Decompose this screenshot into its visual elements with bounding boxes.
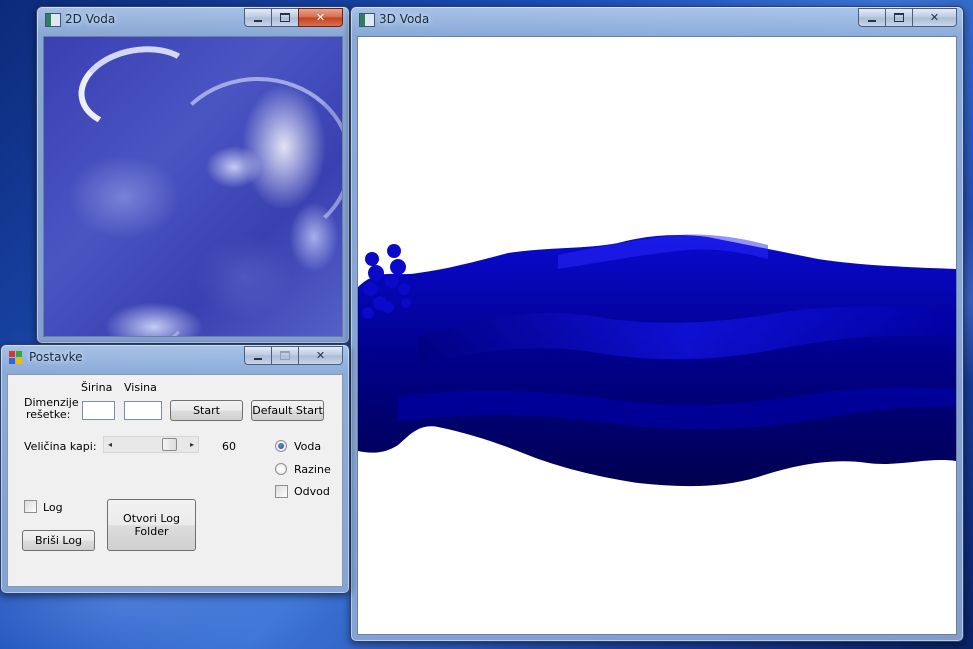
width-column-label: Širina: [81, 381, 113, 394]
default-start-button[interactable]: Default Start: [251, 400, 324, 421]
minimize-button[interactable]: [244, 346, 272, 365]
drop-size-value: 60: [222, 440, 236, 453]
grid-size-label-line2: rešetke:: [26, 408, 71, 421]
title-bar[interactable]: 2D Voda ✕: [37, 7, 349, 33]
water-2d-canvas[interactable]: [43, 36, 343, 337]
close-button[interactable]: ✕: [298, 346, 343, 365]
checkbox-log-label: Log: [43, 501, 63, 514]
maximize-button: [271, 346, 299, 365]
open-log-folder-button[interactable]: Otvori Log Folder: [107, 499, 196, 551]
window-title: 2D Voda: [65, 12, 116, 26]
checkbox-odvod-label: Odvod: [294, 485, 330, 498]
open-log-folder-label-line1: Otvori Log: [123, 512, 180, 525]
title-bar[interactable]: 3D Voda ✕: [351, 7, 963, 33]
slider-thumb[interactable]: [162, 438, 177, 451]
close-icon: ✕: [315, 349, 326, 362]
close-icon: ✕: [929, 11, 940, 24]
window-2d-voda[interactable]: 2D Voda ✕: [36, 6, 350, 344]
delete-log-button[interactable]: Briši Log: [22, 530, 95, 551]
maximize-icon: [894, 13, 904, 22]
title-bar[interactable]: Postavke ✕: [1, 345, 349, 371]
drop-size-slider[interactable]: ◂ ▸: [103, 436, 199, 453]
water-3d-canvas[interactable]: [357, 36, 957, 635]
grid-width-input[interactable]: [82, 401, 115, 420]
maximize-icon: [280, 351, 290, 360]
radio-razine[interactable]: [275, 463, 287, 475]
window-app-icon: [359, 13, 375, 27]
scroll-left-icon[interactable]: ◂: [105, 439, 115, 450]
window-app-icon: [9, 351, 23, 365]
close-button[interactable]: ✕: [912, 8, 957, 27]
radio-voda[interactable]: [275, 440, 287, 452]
close-icon: ✕: [315, 11, 326, 24]
grid-height-input[interactable]: [124, 401, 162, 420]
checkbox-log[interactable]: [24, 500, 37, 513]
window-title: 3D Voda: [379, 12, 430, 26]
scroll-right-icon[interactable]: ▸: [187, 439, 197, 450]
water-surface-render: [358, 234, 956, 487]
window-title: Postavke: [29, 350, 83, 364]
settings-panel: Širina Visina Dimenzije rešetke: Start D…: [7, 374, 343, 587]
window-postavke[interactable]: Postavke ✕ Širina Visina Dimenzije rešet…: [0, 344, 350, 594]
minimize-icon: [254, 357, 262, 360]
minimize-icon: [868, 19, 876, 22]
radio-voda-label: Voda: [294, 440, 322, 453]
water-body: [358, 235, 956, 487]
minimize-button[interactable]: [858, 8, 886, 27]
checkbox-odvod[interactable]: [275, 485, 288, 498]
height-column-label: Visina: [124, 381, 157, 394]
maximize-icon: [280, 13, 290, 22]
minimize-button[interactable]: [244, 8, 272, 27]
start-button[interactable]: Start: [170, 400, 243, 421]
maximize-button[interactable]: [885, 8, 913, 27]
open-log-folder-label-line2: Folder: [134, 525, 169, 538]
minimize-icon: [254, 19, 262, 22]
drop-size-label: Veličina kapi:: [24, 440, 97, 453]
close-button[interactable]: ✕: [298, 8, 343, 27]
window-app-icon: [45, 13, 61, 27]
maximize-button[interactable]: [271, 8, 299, 27]
window-3d-voda[interactable]: 3D Voda ✕: [350, 6, 964, 642]
radio-razine-label: Razine: [294, 463, 331, 476]
